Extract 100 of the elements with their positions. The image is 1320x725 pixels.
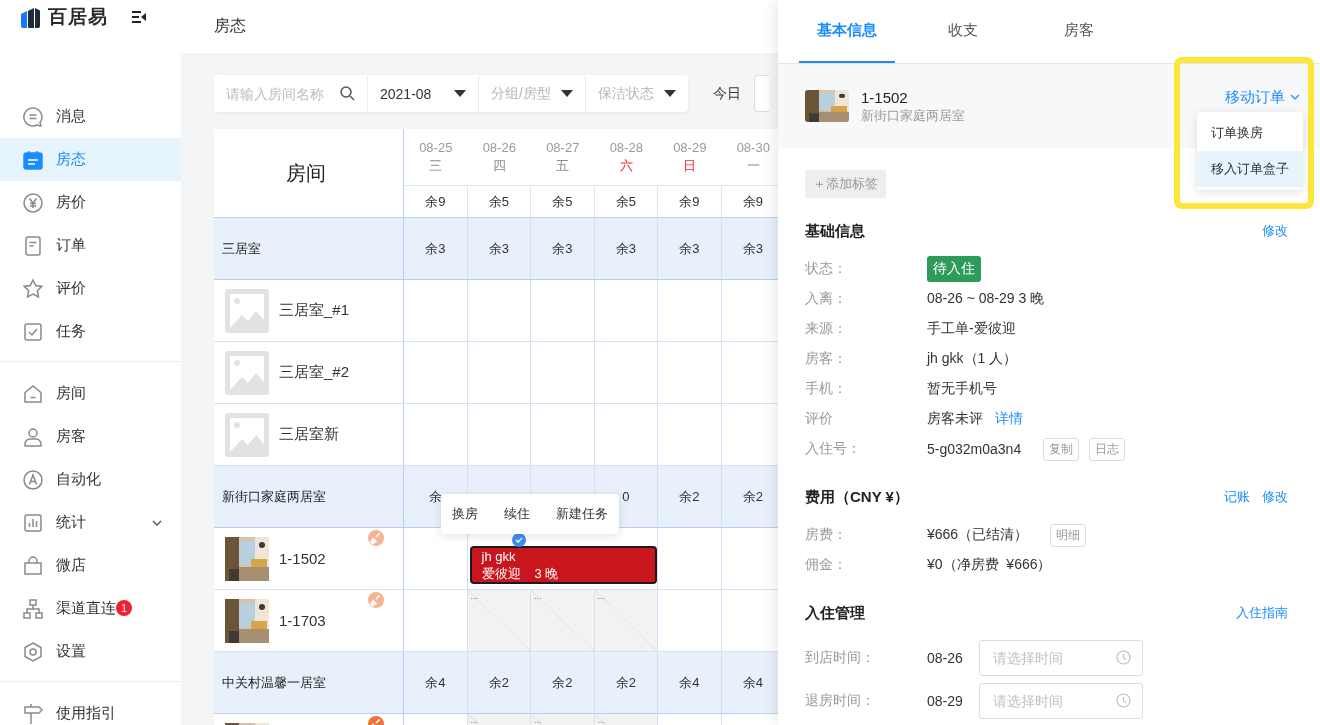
room-group-name: 中关村温馨一居室 (221, 673, 326, 692)
blocked-cell[interactable]: ... (594, 714, 658, 725)
more-text: ... (533, 590, 542, 602)
document-icon (22, 234, 44, 257)
room-name[interactable]: 三居室_#2 (279, 363, 350, 382)
guest-name: jh gkk (481, 548, 517, 565)
field-value: ¥666（已结清） (927, 526, 1029, 544)
field-value: 08-26 ~ 08-29 3 晚 (927, 290, 1045, 308)
nav-item[interactable]: 自动化 (0, 458, 181, 501)
month-dropdown[interactable]: 2021-08 (367, 75, 478, 112)
menu-item[interactable]: 订单换房 (1197, 115, 1303, 151)
caret-icon (663, 90, 676, 97)
menu-item[interactable]: 移入订单盒子 (1197, 151, 1303, 187)
popover-action[interactable]: 新建任务 (555, 505, 608, 523)
count-badge: 1 (116, 600, 132, 616)
details-link[interactable]: 详情 (995, 410, 1023, 428)
room-group-name: 新街口家庭两居室 (861, 106, 965, 125)
blocked-cell[interactable]: ... (467, 714, 531, 725)
nav-item[interactable]: 房价 (0, 181, 181, 224)
nav-item[interactable]: 统计 (0, 501, 181, 544)
action-link[interactable]: 入住指南 (1236, 604, 1288, 622)
search-icon (340, 86, 355, 101)
nav-item[interactable]: 消息 (0, 95, 181, 138)
room-name[interactable]: 1-1502 (279, 550, 326, 567)
collapse-menu-icon[interactable] (132, 11, 146, 23)
popover-action[interactable]: 续住 (503, 505, 530, 523)
date-label: 08-30 (736, 139, 770, 155)
date-label: 08-26 (482, 139, 516, 155)
date-label: 08-25 (419, 139, 453, 155)
star-icon (22, 277, 44, 300)
field-label: 退房时间： (805, 691, 876, 710)
availability-count: 余5 (488, 192, 509, 211)
field-label: 来源： (805, 320, 848, 338)
section-title: 基础信息 (805, 221, 865, 241)
tab[interactable]: 房客 (1031, 0, 1127, 63)
field-label: 房费： (805, 526, 848, 544)
tab[interactable]: 收支 (915, 0, 1011, 63)
room-name[interactable]: 1-1703 (279, 612, 326, 629)
popover-action[interactable]: 换房 (451, 505, 478, 523)
action-link[interactable]: 记账 (1224, 488, 1250, 506)
nav-item[interactable]: 评价 (0, 267, 181, 310)
availability-count: 余4 (425, 673, 446, 692)
blocked-cell[interactable]: ... (594, 590, 658, 651)
field-value: 手工单-爱彼迎 (927, 320, 1016, 338)
chevron-down-icon (1290, 94, 1300, 100)
availability-count: 余5 (615, 192, 636, 211)
yen-icon (22, 191, 44, 214)
page-title: 房态 (214, 16, 246, 36)
field-value: ¥0（净房费 ¥666） (927, 556, 1052, 574)
nav-item[interactable]: 使用指引 (0, 692, 181, 725)
date-label: 08-28 (609, 139, 643, 155)
signpost-icon (22, 702, 44, 725)
time-field[interactable]: 请选择时间 (978, 682, 1143, 719)
logo-icon (20, 6, 42, 28)
search-input[interactable]: 请输入房间名称 (226, 83, 330, 104)
search-field[interactable]: 请输入房间名称 (214, 75, 367, 112)
nav-item[interactable]: 微店 (0, 544, 181, 587)
availability-count: 余2 (615, 673, 636, 692)
nav-item[interactable]: 房间 (0, 372, 181, 415)
field-label: 评价 (805, 410, 834, 428)
room-group-name: 三居室 (221, 239, 261, 258)
room-name[interactable]: 三居室_#1 (279, 301, 350, 320)
field-label: 手机： (805, 380, 848, 398)
field-value: 08-26 (927, 649, 963, 666)
field-value: 08-29 (927, 692, 963, 709)
room-name: 1-1502 (861, 87, 909, 107)
room-name[interactable]: 三居室新 (279, 425, 339, 444)
blocked-cell[interactable]: ... (531, 590, 595, 651)
availability-count: 余9 (679, 192, 700, 211)
availability-count: 0 (622, 489, 630, 504)
availability-count: 余9 (425, 192, 446, 211)
section-title: 费用（CNY ¥） (805, 487, 909, 507)
weekday-label: 三 (429, 156, 443, 175)
field-label: 到店时间： (805, 648, 876, 667)
action-link[interactable]: 修改 (1262, 222, 1288, 240)
action-link[interactable]: 修改 (1262, 488, 1288, 506)
nav-item[interactable]: 渠道直连 1 (0, 587, 181, 630)
nights-count: 3 晚 (534, 565, 559, 582)
nav-item[interactable]: 房客 (0, 415, 181, 458)
bar-chart-icon (22, 511, 44, 534)
availability-count: 余2 (679, 487, 700, 506)
more-text: ... (469, 590, 478, 602)
more-text: ... (469, 714, 478, 725)
date-field[interactable] (753, 75, 769, 112)
nav-item[interactable]: 设置 (0, 630, 181, 673)
availability-count: 余4 (679, 673, 700, 692)
booking-bar[interactable]: jh gkk 爱彼迎 3 晚 (469, 546, 657, 584)
time-field[interactable]: 请选择时间 (978, 639, 1143, 676)
bag-icon (22, 554, 44, 577)
field-label: 入住号： (805, 440, 862, 458)
field-value: 房客未评 (927, 410, 983, 428)
nav-item[interactable]: 订单 (0, 224, 181, 267)
nav-item[interactable]: 任务 (0, 310, 181, 353)
availability-count: 余4 (742, 673, 763, 692)
field-label: 入离： (805, 290, 848, 308)
today-link[interactable]: 今日 (712, 84, 741, 103)
blocked-cell[interactable]: ... (467, 590, 531, 651)
availability-count: 余3 (425, 239, 446, 258)
blocked-cell[interactable]: ... (531, 714, 595, 725)
availability-count: 余2 (488, 673, 509, 692)
